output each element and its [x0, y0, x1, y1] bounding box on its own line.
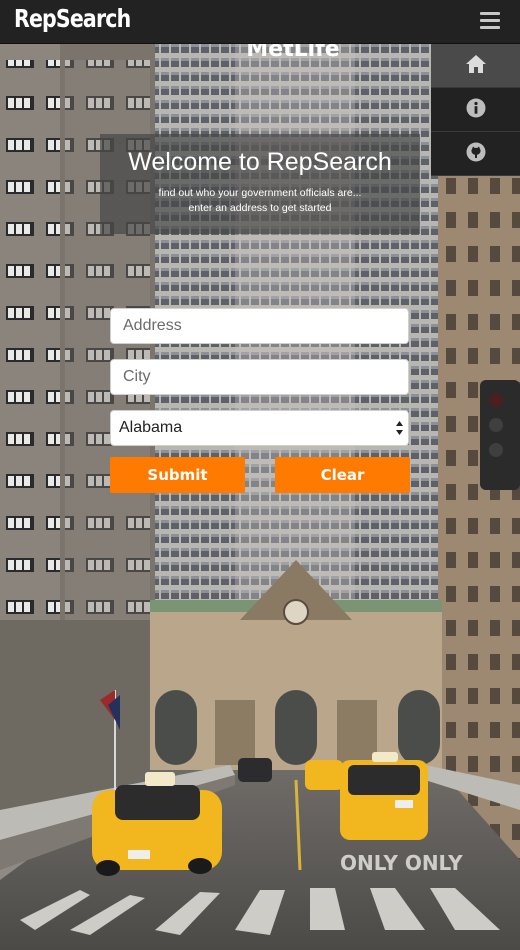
- taxi-right: [340, 752, 428, 840]
- address-input[interactable]: [110, 308, 409, 344]
- select-updown-arrows-icon: [395, 419, 404, 437]
- subtitle-line-1: find out who your government officials a…: [158, 187, 362, 199]
- banner-subtitle: find out who your government officials a…: [100, 186, 420, 216]
- home-icon: [465, 54, 487, 78]
- side-nav: [431, 44, 520, 176]
- page-title: Welcome to RepSearch: [128, 148, 392, 176]
- state-select[interactable]: Alabama: [110, 410, 409, 446]
- clear-button[interactable]: Clear: [275, 457, 410, 493]
- hamburger-menu-icon[interactable]: [480, 12, 502, 32]
- welcome-banner: Welcome to RepSearch find out who your g…: [100, 134, 420, 234]
- sidenav-item-github[interactable]: [431, 132, 520, 176]
- sidenav-item-info[interactable]: [431, 88, 520, 132]
- info-icon: [466, 98, 486, 122]
- svg-text:ONLY ONLY: ONLY ONLY: [340, 851, 463, 875]
- submit-button[interactable]: Submit: [110, 457, 245, 493]
- github-icon: [466, 142, 486, 166]
- brand-logo[interactable]: RepSearch: [14, 4, 131, 33]
- sidenav-item-home[interactable]: [431, 44, 520, 88]
- state-select-value: Alabama: [119, 419, 183, 436]
- subtitle-line-2: enter an address to get started: [188, 202, 332, 214]
- city-input[interactable]: [110, 359, 409, 395]
- top-navbar: RepSearch: [0, 0, 520, 44]
